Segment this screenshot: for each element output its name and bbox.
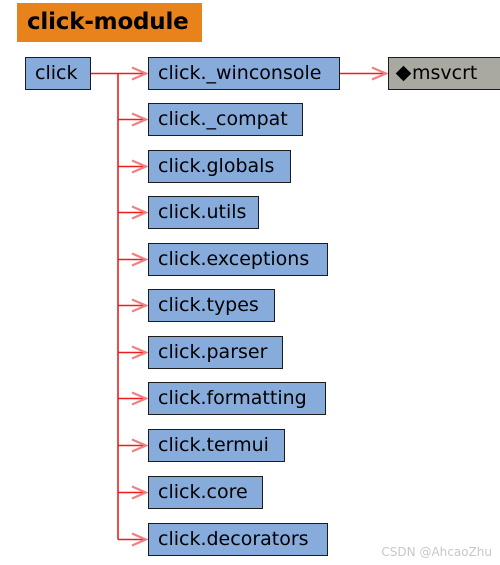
- node-label: click.formatting: [158, 387, 307, 409]
- node-label: click.decorators: [158, 528, 309, 550]
- node-click[interactable]: click: [25, 57, 91, 90]
- node-click-formatting[interactable]: click.formatting: [148, 382, 326, 415]
- node-label: click.termui: [158, 434, 269, 456]
- node-click--winconsole[interactable]: click._winconsole: [148, 57, 340, 90]
- watermark: CSDN @AhcaoZhu: [381, 545, 492, 559]
- node-click-parser[interactable]: click.parser: [148, 336, 283, 369]
- diagram-canvas: click-module click click._winconsoleclic…: [0, 0, 500, 565]
- node-label: click.exceptions: [158, 248, 310, 270]
- node-click-types[interactable]: click.types: [148, 289, 275, 322]
- node-label: click._winconsole: [158, 62, 322, 84]
- node-click--compat[interactable]: click._compat: [148, 103, 303, 136]
- node-label: click._compat: [158, 108, 288, 130]
- node-label: msvcrt: [412, 62, 478, 84]
- node-label: click.utils: [158, 201, 247, 223]
- node-click-globals[interactable]: click.globals: [148, 150, 291, 183]
- node-msvcrt[interactable]: msvcrt: [388, 57, 500, 90]
- diagram-title-banner: click-module: [17, 3, 202, 42]
- node-click-termui[interactable]: click.termui: [148, 429, 285, 462]
- node-label: click.types: [158, 294, 259, 316]
- node-click-utils[interactable]: click.utils: [148, 196, 259, 229]
- page-title: click-module: [27, 9, 189, 35]
- node-click-core[interactable]: click.core: [148, 476, 263, 509]
- node-click-decorators[interactable]: click.decorators: [148, 523, 328, 556]
- node-label: click.globals: [158, 155, 275, 177]
- node-label: click.core: [158, 481, 248, 503]
- node-label: click: [35, 62, 78, 84]
- node-label: click.parser: [158, 341, 268, 363]
- node-click-exceptions[interactable]: click.exceptions: [148, 243, 328, 276]
- diamond-icon: [395, 65, 412, 82]
